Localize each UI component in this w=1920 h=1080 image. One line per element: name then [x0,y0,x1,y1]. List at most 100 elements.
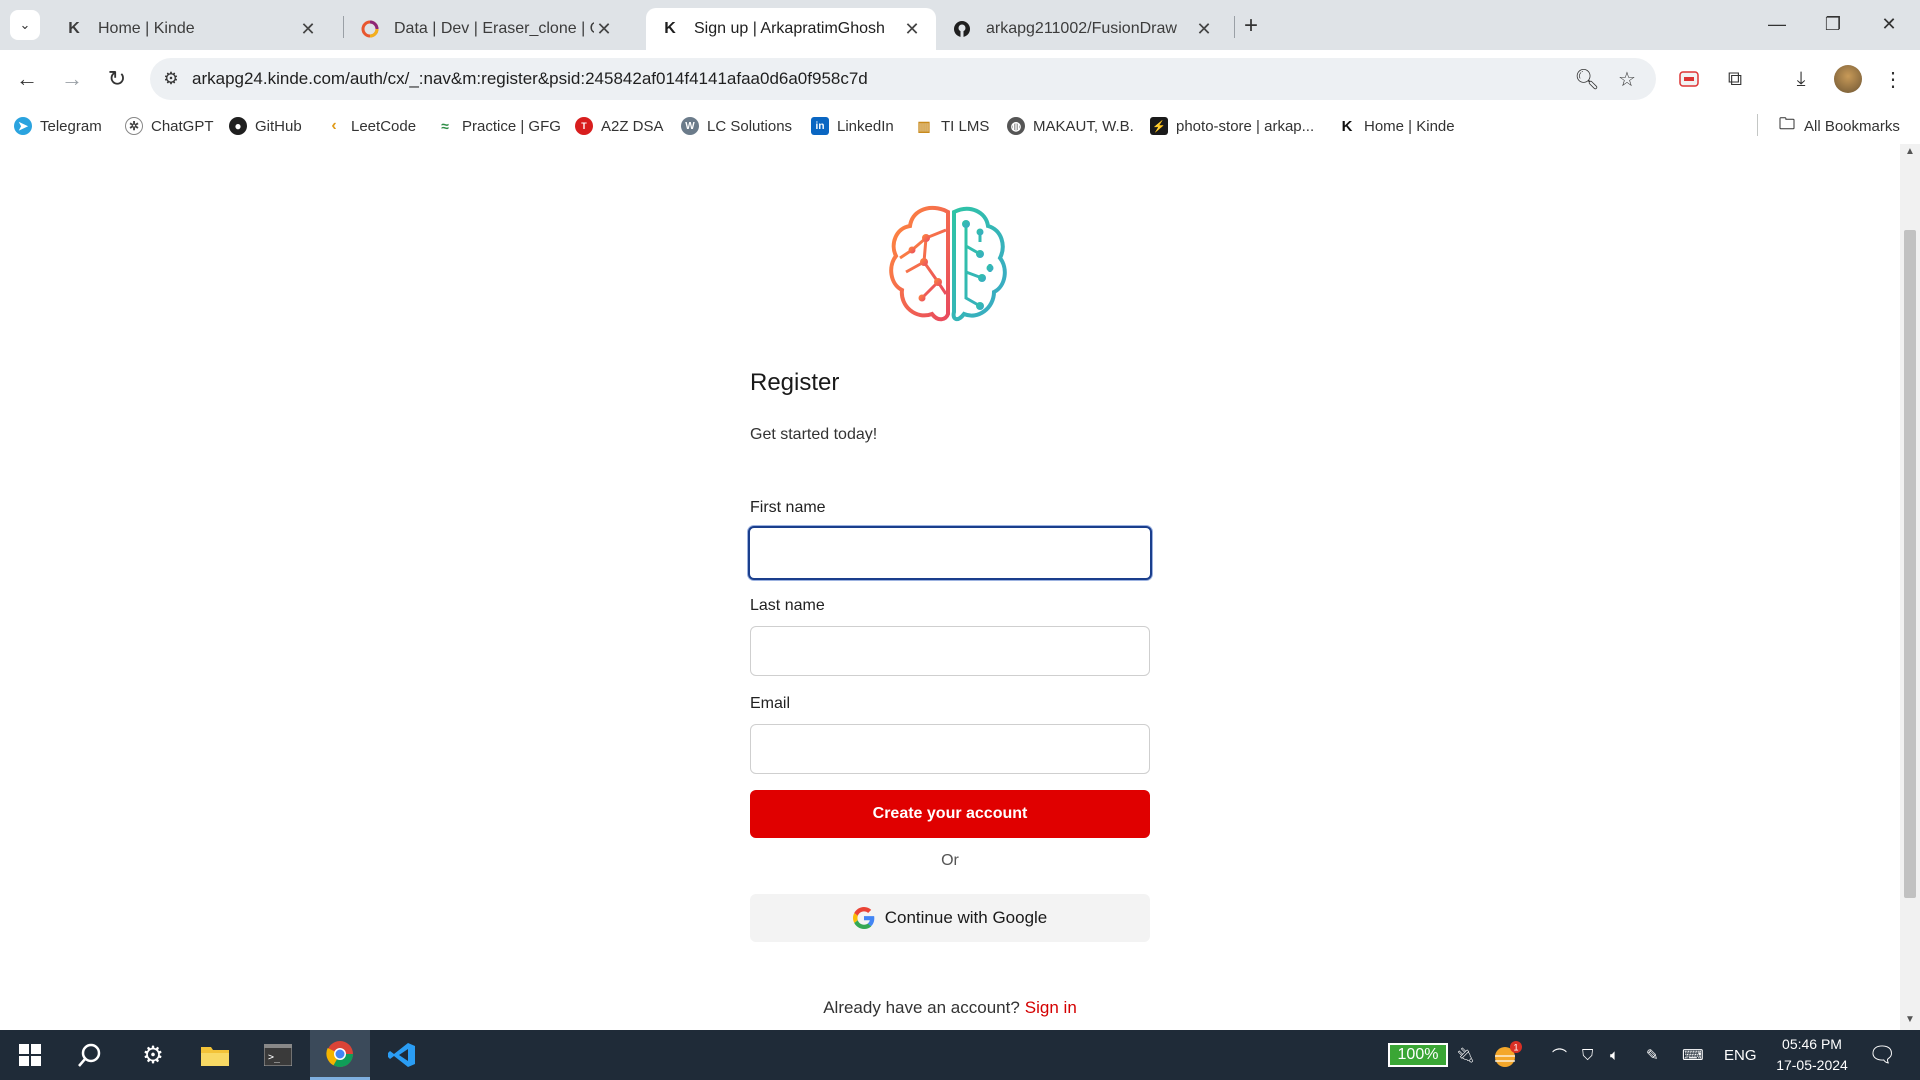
tuf-icon: T [575,117,593,135]
search-icon[interactable] [60,1030,120,1080]
bookmark-label: A2Z DSA [601,117,664,135]
tab-signup-active[interactable]: K Sign up | ArkapratimGhosh ✕ [646,8,936,50]
close-icon[interactable]: ✕ [902,19,922,40]
weather-icon[interactable]: 1 [1492,1030,1522,1080]
restore-icon[interactable]: ❐ [1806,6,1860,42]
address-bar[interactable]: ⚙ arkapg24.kinde.com/auth/cx/_:nav&m:reg… [150,58,1656,100]
tab-title: Sign up | ArkapratimGhosh [694,20,885,37]
new-tab-plus-icon[interactable]: + [1244,12,1258,40]
email-label: Email [750,695,791,712]
bookmark-label: MAKAUT, W.B. [1033,117,1134,135]
zoom-magnifier-icon[interactable]: 🔍︎ [1570,62,1604,96]
system-clock[interactable]: 05:46 PM 17-05-2024 [1762,1034,1862,1076]
bookmark-leetcode[interactable]: ‹ LeetCode [325,114,416,138]
signin-prompt: Already have an account? Sign in [750,998,1150,1018]
bookmark-linkedin[interactable]: in LinkedIn [811,114,894,138]
menu-kebab-icon[interactable]: ⋮ [1876,62,1910,96]
site-settings-icon[interactable]: ⚙ [150,69,192,89]
photo-store-icon: ⚡ [1150,117,1168,135]
back-arrow-icon[interactable]: ← [10,62,44,96]
notification-count: 1 [1514,1043,1519,1053]
scroll-up-icon[interactable]: ▲ [1900,146,1920,162]
clock-date: 17-05-2024 [1776,1057,1848,1073]
security-shield-icon[interactable]: ⛉ [1582,1030,1593,1080]
tab-github-fusiondraw[interactable]: arkapg211002/FusionDraw ✕ [938,8,1228,50]
page-scrollbar[interactable]: ▲ ▼ [1900,144,1920,1030]
tab-strip: ⌄ K Home | Kinde ✕ Data | Dev | Eraser_c… [0,0,1920,50]
close-icon[interactable]: ✕ [298,19,318,40]
page-subtitle: Get started today! [750,426,878,443]
bookmark-a2z-dsa[interactable]: T A2Z DSA [575,114,664,138]
reload-icon[interactable]: ↻ [100,62,134,96]
last-name-label: Last name [750,597,825,614]
bookmark-label: ChatGPT [151,117,214,135]
bookmark-label: photo-store | arkap... [1176,117,1315,135]
power-plug-icon[interactable]: 🔌︎ [1456,1030,1475,1080]
wifi-icon[interactable]: ⌒ [1552,1030,1567,1080]
tab-divider [343,16,344,38]
tab-convex[interactable]: Data | Dev | Eraser_clone | Conv ✕ [346,8,628,50]
bookmark-photo-store[interactable]: ⚡ photo-store | arkap... [1150,114,1314,138]
or-divider: Or [941,852,959,869]
tab-home-kinde[interactable]: K Home | Kinde ✕ [50,8,332,50]
url-text[interactable]: arkapg24.kinde.com/auth/cx/_:nav&m:regis… [192,69,868,89]
terminal-icon[interactable]: >_ [248,1030,308,1080]
chrome-icon[interactable] [310,1030,370,1080]
battery-indicator[interactable]: 100% [1388,1043,1448,1067]
bookmark-github[interactable]: ● GitHub [229,114,302,138]
linkedin-icon: in [811,117,829,135]
close-icon[interactable]: ✕ [594,19,614,40]
last-name-field[interactable] [750,626,1150,676]
scroll-down-icon[interactable]: ▼ [1900,1014,1920,1030]
kinde-icon: K [1338,117,1356,135]
kinde-icon: K [68,20,80,37]
keyboard-icon[interactable]: ⌨ [1682,1030,1704,1080]
forward-arrow-icon[interactable]: → [55,62,89,96]
volume-icon[interactable]: 🔈︎ [1610,1030,1619,1080]
page-content: Register Get started today! First name L… [0,144,1920,1030]
create-account-button[interactable]: Create your account [750,790,1150,838]
bookmark-star-icon[interactable]: ☆ [1610,62,1644,96]
bookmark-home-kinde[interactable]: K Home | Kinde [1338,114,1455,138]
sign-in-link[interactable]: Sign in [1025,998,1077,1017]
bookmark-label: Practice | GFG [462,117,561,135]
bookmark-makaut[interactable]: ◍ MAKAUT, W.B. [1007,114,1134,138]
first-name-field[interactable] [748,526,1152,580]
svg-text:>_: >_ [268,1052,281,1063]
tab-search-chevron-icon[interactable]: ⌄ [10,10,40,40]
email-field[interactable] [750,724,1150,774]
file-explorer-icon[interactable] [185,1030,245,1080]
windows-start-icon[interactable] [0,1030,60,1080]
telegram-icon: ➤ [14,117,32,135]
language-indicator[interactable]: ENG [1724,1030,1757,1080]
minimize-icon[interactable]: — [1750,6,1804,42]
bookmarks-bar: ➤ Telegram ✲ ChatGPT ● GitHub ‹ LeetCode… [0,108,1920,144]
download-icon[interactable]: ⤓ [1784,62,1818,96]
bookmark-ti-lms[interactable]: ▥ TI LMS [915,114,989,138]
extensions-puzzle-icon[interactable]: ⧉ [1718,62,1752,96]
extension-pdf-icon[interactable] [1672,62,1706,96]
github-icon: ● [229,117,247,135]
continue-with-google-button[interactable]: Continue with Google [750,894,1150,942]
all-bookmarks-button[interactable]: 🗀 All Bookmarks [1778,114,1900,138]
clock-time: 05:46 PM [1782,1036,1842,1052]
pen-icon[interactable]: ✎ [1646,1030,1659,1080]
profile-avatar[interactable] [1834,65,1862,93]
bookmark-gfg[interactable]: ≈ Practice | GFG [436,114,561,138]
bookmark-label: LC Solutions [707,117,793,135]
settings-gear-icon[interactable]: ⚙ [123,1030,183,1080]
vscode-icon[interactable] [372,1030,432,1080]
close-icon[interactable]: ✕ [1194,19,1214,40]
bookmark-label: LinkedIn [837,117,894,135]
bookmark-chatgpt[interactable]: ✲ ChatGPT [125,114,214,138]
chatgpt-icon: ✲ [125,117,143,135]
notifications-icon[interactable]: 🗨︎ [1868,1030,1896,1080]
window-close-icon[interactable]: ✕ [1862,6,1916,42]
scrollbar-thumb[interactable] [1904,230,1916,898]
google-button-label: Continue with Google [884,908,1048,927]
bookmark-lc-solutions[interactable]: W LC Solutions [681,114,792,138]
bookmark-label: TI LMS [941,117,990,135]
first-name-label: First name [750,499,826,516]
tab-title: Data | Dev | Eraser_clone | Conv [394,20,594,37]
bookmark-telegram[interactable]: ➤ Telegram [14,114,102,138]
